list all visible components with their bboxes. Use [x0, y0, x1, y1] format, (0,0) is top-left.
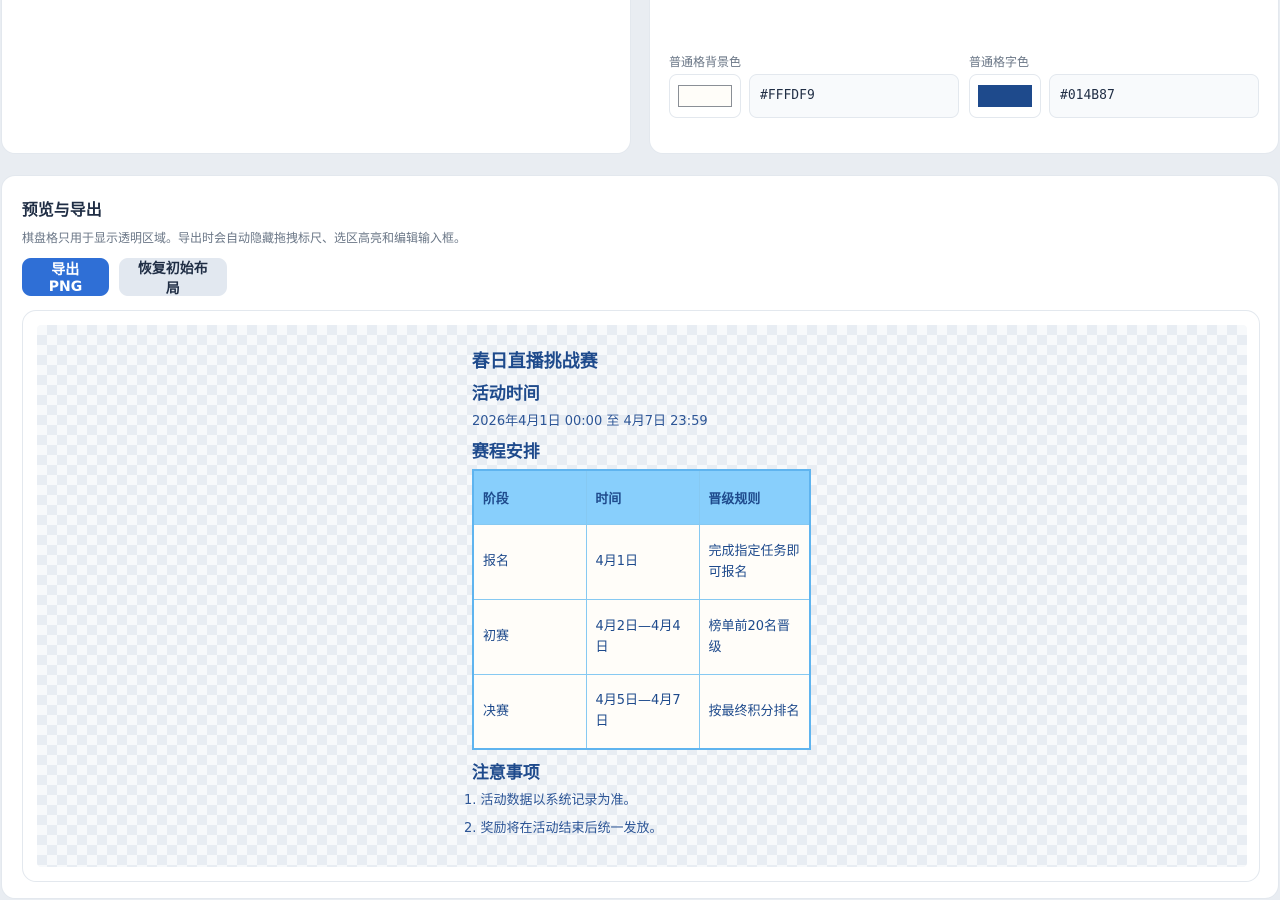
export-png-button[interactable]: 导出 PNG: [22, 258, 109, 296]
cell-bg-swatch: [678, 85, 732, 107]
preview-document: 春日直播挑战赛 活动时间 2026年4月1日 00:00 至 4月7日 23:5…: [464, 349, 892, 846]
table-row: 报名 4月1日 完成指定任务即可报名: [472, 523, 811, 600]
notes-list: 1. 活动数据以系统记录为准。 2. 奖励将在活动结束后统一发放。: [464, 790, 892, 846]
table-cell[interactable]: 4月1日: [585, 523, 700, 600]
doc-title: 春日直播挑战赛: [472, 351, 598, 372]
cell-text-swatch: [978, 85, 1032, 107]
style-settings-card: #CEEFFF #014B87 普通格背景色 普通格字色 #FFFDF9 #01…: [649, 0, 1279, 154]
cell-text-color-picker[interactable]: [969, 74, 1041, 118]
cell-bg-label: 普通格背景色: [669, 55, 742, 69]
cell-text-label: 普通格字色: [969, 55, 1030, 69]
list-item: 1. 活动数据以系统记录为准。: [464, 793, 637, 808]
cell-bg-hex-input[interactable]: #FFFDF9: [749, 74, 959, 118]
table-cell[interactable]: 完成指定任务即可报名: [698, 523, 811, 600]
preview-export-card: 预览与导出 棋盘格只用于显示透明区域。导出时会自动隐藏拖拽标尺、选区高亮和编辑输…: [1, 175, 1279, 899]
table-header-cell[interactable]: 阶段: [472, 469, 587, 525]
table-cell[interactable]: 4月2日—4月4日: [585, 598, 700, 675]
preview-frame: 春日直播挑战赛 活动时间 2026年4月1日 00:00 至 4月7日 23:5…: [22, 310, 1260, 882]
table-header-cell[interactable]: 晋级规则: [698, 469, 811, 525]
cell-text-hex-input[interactable]: #014B87: [1049, 74, 1259, 118]
doc-notes-heading: 注意事项: [472, 763, 540, 783]
reset-layout-button[interactable]: 恢复初始布局: [119, 258, 227, 297]
doc-schedule-heading: 赛程安排: [472, 442, 540, 462]
table-header-cell[interactable]: 时间: [585, 469, 700, 525]
doc-time-text: 2026年4月1日 00:00 至 4月7日 23:59: [472, 414, 708, 429]
schedule-table: 阶段 时间 晋级规则 报名 4月1日 完成指定任务即可报名 初赛 4月2日—4月…: [472, 469, 811, 750]
table-cell[interactable]: 4月5日—4月7日: [585, 673, 700, 750]
doc-time-heading: 活动时间: [472, 384, 540, 404]
table-row: 决赛 4月5日—4月7日 按最终积分排名: [472, 673, 811, 750]
transparency-checkerboard: 春日直播挑战赛 活动时间 2026年4月1日 00:00 至 4月7日 23:5…: [37, 325, 1247, 867]
preview-section-title: 预览与导出: [22, 200, 103, 219]
table-cell[interactable]: 决赛: [472, 673, 587, 750]
preview-section-description: 棋盘格只用于显示透明区域。导出时会自动隐藏拖拽标尺、选区高亮和编辑输入框。: [22, 231, 467, 245]
table-cell[interactable]: 初赛: [472, 598, 587, 675]
cell-bg-color-picker[interactable]: [669, 74, 741, 118]
list-item: 2. 奖励将在活动结束后统一发放。: [464, 821, 663, 836]
table-cell[interactable]: 按最终积分排名: [698, 673, 811, 750]
table-header-row: 阶段 时间 晋级规则: [472, 469, 811, 525]
left-panel-card: [1, 0, 631, 154]
table-row: 初赛 4月2日—4月4日 榜单前20名晋级: [472, 598, 811, 675]
table-cell[interactable]: 报名: [472, 523, 587, 600]
table-cell[interactable]: 榜单前20名晋级: [698, 598, 811, 675]
